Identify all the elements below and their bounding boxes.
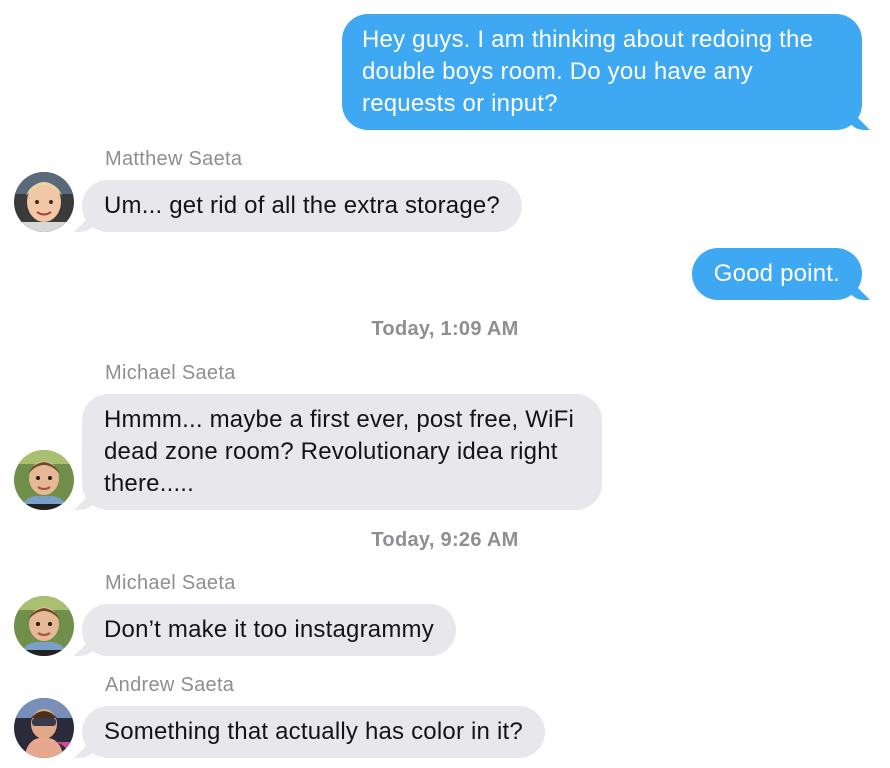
timestamp: Today, 9:26 AM xyxy=(0,529,890,552)
avatar[interactable] xyxy=(14,450,74,510)
timestamp: Today, 1:09 AM xyxy=(0,318,890,341)
avatar[interactable] xyxy=(14,698,74,758)
incoming-message-bubble[interactable]: Something that actually has color in it? xyxy=(82,706,545,758)
sender-name: Michael Saeta xyxy=(105,572,236,594)
avatar[interactable] xyxy=(14,596,74,656)
message-thread: Hey guys. I am thinking about redoing th… xyxy=(0,0,890,768)
message-text: Hey guys. I am thinking about redoing th… xyxy=(362,26,814,117)
message-text: Hmmm... maybe a first ever, post free, W… xyxy=(104,406,575,497)
avatar-matthew-photo xyxy=(14,172,74,232)
message-text: Good point. xyxy=(713,260,840,287)
timestamp-time: 1:09 AM xyxy=(440,318,519,340)
sender-name: Andrew Saeta xyxy=(105,674,235,696)
outgoing-message-bubble[interactable]: Good point. xyxy=(691,248,862,300)
sender-name: Matthew Saeta xyxy=(105,148,243,170)
outgoing-message-bubble[interactable]: Hey guys. I am thinking about redoing th… xyxy=(342,14,862,130)
message-text: Um... get rid of all the extra storage? xyxy=(104,192,500,219)
message-text: Something that actually has color in it? xyxy=(104,718,523,745)
sender-name: Michael Saeta xyxy=(105,362,236,384)
incoming-message-bubble[interactable]: Um... get rid of all the extra storage? xyxy=(82,180,522,232)
message-text: Don’t make it too instagrammy xyxy=(104,616,434,643)
timestamp-day: Today, xyxy=(371,529,435,551)
avatar-michael-photo xyxy=(14,450,74,510)
timestamp-day: Today, xyxy=(371,318,435,340)
avatar[interactable] xyxy=(14,172,74,232)
incoming-message-bubble[interactable]: Hmmm... maybe a first ever, post free, W… xyxy=(82,394,602,510)
avatar-andrew-photo xyxy=(14,698,74,758)
timestamp-time: 9:26 AM xyxy=(440,529,519,551)
incoming-message-bubble[interactable]: Don’t make it too instagrammy xyxy=(82,604,456,656)
avatar-michael-photo xyxy=(14,596,74,656)
